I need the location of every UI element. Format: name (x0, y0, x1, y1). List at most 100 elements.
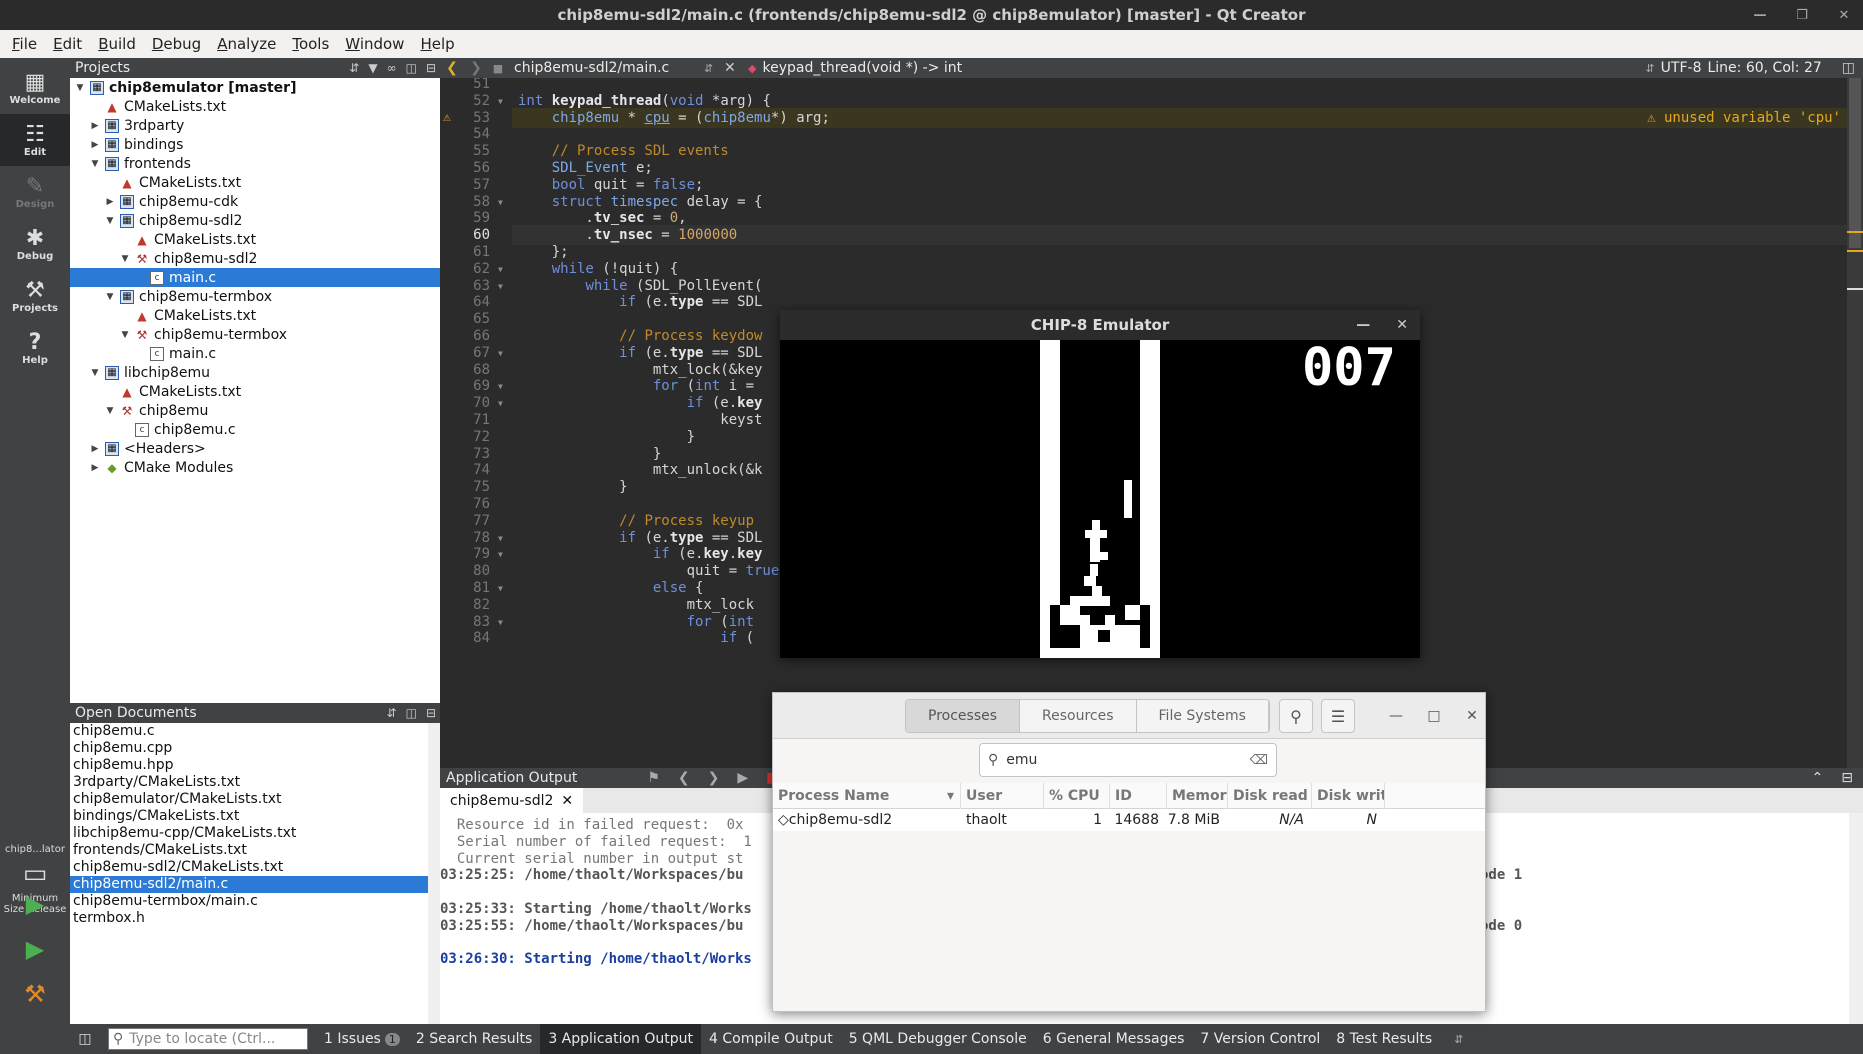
sort-arrow-icon[interactable]: ▾ (947, 788, 954, 804)
output-pane-button[interactable]: 2 Search Results (408, 1024, 540, 1054)
menu-help[interactable]: Help (414, 35, 460, 53)
mode-welcome[interactable]: ▦ Welcome (0, 62, 70, 114)
restore-icon[interactable]: ❐ (1791, 4, 1813, 26)
output-pane-button[interactable]: 5 QML Debugger Console (841, 1024, 1035, 1054)
expanded-arrow-icon[interactable]: ▼ (119, 254, 131, 264)
open-document-item[interactable]: 3rdparty/CMakeLists.txt (70, 774, 440, 791)
debug-button[interactable]: ▶ (0, 935, 70, 963)
tree-item[interactable]: ▲ CMakeLists.txt (70, 382, 440, 401)
tree-item[interactable]: ▲ CMakeLists.txt (70, 306, 440, 325)
tree-item[interactable]: ▼ ⚒ chip8emu-termbox (70, 325, 440, 344)
mode-debug[interactable]: ✱ Debug (0, 218, 70, 270)
collapsed-arrow-icon[interactable]: ▶ (89, 444, 101, 454)
open-document-item[interactable]: chip8emu.cpp (70, 740, 440, 757)
menu-debug[interactable]: Debug (146, 35, 207, 53)
tree-item[interactable]: c main.c (70, 268, 440, 287)
menu-edit[interactable]: Edit (47, 35, 88, 53)
tree-item[interactable]: ▲ CMakeLists.txt (70, 230, 440, 249)
fold-arrow-icon[interactable]: ▼ (498, 584, 503, 593)
tree-item[interactable]: c main.c (70, 344, 440, 363)
close-pane-icon[interactable]: ⊟ (1841, 770, 1853, 786)
menu-analyze[interactable]: Analyze (211, 35, 282, 53)
open-document-item[interactable]: termbox.h (70, 910, 440, 927)
open-document-item[interactable]: libchip8emu-cpp/CMakeLists.txt (70, 825, 440, 842)
output-tab[interactable]: chip8emu-sdl2 ✕ (440, 788, 584, 813)
encoding-label[interactable]: UTF-8 (1661, 60, 1702, 76)
collapsed-arrow-icon[interactable]: ▶ (104, 197, 116, 207)
collapsed-arrow-icon[interactable]: ▶ (89, 140, 101, 150)
emulator-close-icon[interactable]: ✕ (1396, 317, 1408, 333)
menu-file[interactable]: File (6, 35, 43, 53)
link-icon[interactable]: ∞ (387, 61, 397, 75)
fold-arrow-icon[interactable]: ▼ (498, 618, 503, 627)
column-header[interactable]: User (961, 783, 1044, 809)
output-pane-button[interactable]: 1 Issues 1 (316, 1024, 408, 1054)
encoding-arrow-icon[interactable]: ⇵ (1645, 62, 1654, 75)
file-selector-arrow-icon[interactable]: ⇵ (704, 62, 724, 75)
fold-arrow-icon[interactable]: ▼ (498, 282, 503, 291)
column-header[interactable]: Memory (1167, 783, 1228, 809)
search-toggle-icon[interactable]: ⚲ (1279, 699, 1313, 733)
mode-edit[interactable]: ☷ Edit (0, 114, 70, 166)
minimize-icon[interactable]: — (1749, 4, 1771, 26)
mode-help[interactable]: ? Help (0, 322, 70, 374)
attach-icon[interactable]: ⚑ (647, 770, 660, 786)
menu-tools[interactable]: Tools (286, 35, 335, 53)
tree-item[interactable]: ▼ ⚒ chip8emu-sdl2 (70, 249, 440, 268)
tree-item[interactable]: ▼ ▦ chip8emu-termbox (70, 287, 440, 306)
fold-arrow-icon[interactable]: ▼ (498, 198, 503, 207)
output-scrollbar[interactable] (1849, 813, 1863, 1024)
collapsed-arrow-icon[interactable]: ▶ (89, 121, 101, 131)
tree-item[interactable]: ▼ ▦ chip8emulator [master] (70, 78, 440, 97)
sysmon-minimize-icon[interactable]: — (1381, 699, 1411, 733)
view-select-icon[interactable]: ⇵ (349, 61, 359, 75)
tree-item[interactable]: ▶ ▦ <Headers> (70, 439, 440, 458)
tree-item[interactable]: ▶ ▦ chip8emu-cdk (70, 192, 440, 211)
system-monitor-window[interactable]: Processes Resources File Systems ⚲ ☰ — □ ✕… (772, 692, 1486, 1012)
maximize-pane-icon[interactable]: ⌃ (1812, 770, 1824, 786)
expanded-arrow-icon[interactable]: ▼ (104, 406, 116, 416)
expanded-arrow-icon[interactable]: ▼ (104, 292, 116, 302)
more-panes-icon[interactable]: ⇵ (1454, 1033, 1463, 1046)
output-pane-button[interactable]: 4 Compile Output (701, 1024, 841, 1054)
output-pane-button[interactable]: 3 Application Output (540, 1024, 701, 1054)
tree-item[interactable]: ▼ ▦ chip8emu-sdl2 (70, 211, 440, 230)
close-tab-icon[interactable]: ✕ (561, 793, 573, 809)
output-pane-button[interactable]: 7 Version Control (1192, 1024, 1328, 1054)
close-file-icon[interactable]: ✕ (724, 60, 748, 76)
editor-scrollbar[interactable] (1847, 78, 1863, 768)
expanded-arrow-icon[interactable]: ▼ (104, 216, 116, 226)
mode-design[interactable]: ✎ Design (0, 166, 70, 218)
hamburger-menu-icon[interactable]: ☰ (1321, 699, 1355, 733)
next-icon[interactable]: ❯ (708, 770, 720, 786)
tab-processes[interactable]: Processes (906, 700, 1021, 732)
close-icon[interactable]: ✕ (1833, 4, 1855, 26)
sysmon-maximize-icon[interactable]: □ (1419, 699, 1449, 733)
open-document-item[interactable]: chip8emu.hpp (70, 757, 440, 774)
build-button[interactable]: ⚒ (0, 980, 70, 1008)
sysmon-close-icon[interactable]: ✕ (1457, 699, 1487, 733)
menu-build[interactable]: Build (92, 35, 142, 53)
tree-item[interactable]: ▶ ▦ 3rdparty (70, 116, 440, 135)
column-header[interactable]: % CPU (1044, 783, 1110, 809)
cursor-position[interactable]: Line: 60, Col: 27 (1707, 60, 1821, 76)
open-document-item[interactable]: chip8emu-sdl2/main.c (70, 876, 440, 893)
open-document-item[interactable]: chip8emu-termbox/main.c (70, 893, 440, 910)
toggle-sidebar-icon[interactable]: ◫ (70, 1031, 100, 1047)
fold-arrow-icon[interactable]: ▼ (498, 349, 503, 358)
column-header[interactable]: Disk write (1312, 783, 1385, 809)
open-documents-scrollbar[interactable] (428, 723, 440, 1024)
tree-item[interactable]: ▼ ▦ frontends (70, 154, 440, 173)
run-button[interactable]: ▶ (0, 890, 70, 918)
filter-icon[interactable]: ▼ (368, 61, 377, 75)
mode-projects[interactable]: ⚒ Projects (0, 270, 70, 322)
tree-item[interactable]: ▼ ⚒ chip8emu (70, 401, 440, 420)
expanded-arrow-icon[interactable]: ▼ (89, 159, 101, 169)
open-document-item[interactable]: chip8emu-sdl2/CMakeLists.txt (70, 859, 440, 876)
fold-arrow-icon[interactable]: ▼ (498, 534, 503, 543)
tab-resources[interactable]: Resources (1020, 700, 1137, 732)
column-header[interactable]: Disk read tot (1228, 783, 1312, 809)
tree-item[interactable]: c chip8emu.c (70, 420, 440, 439)
open-document-item[interactable]: frontends/CMakeLists.txt (70, 842, 440, 859)
clear-search-icon[interactable]: ⌫ (1250, 753, 1268, 768)
